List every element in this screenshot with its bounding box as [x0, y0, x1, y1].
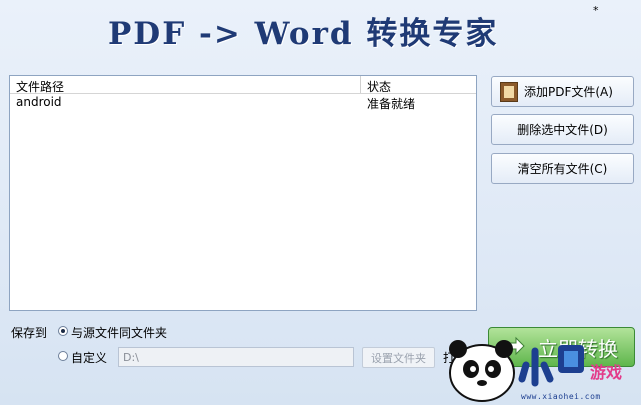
clear-all-button[interactable]: 清空所有文件(C) [491, 153, 634, 184]
custom-dir-field[interactable]: D:\ [118, 347, 354, 367]
corner-mark: * [593, 4, 599, 17]
app-title: PDF -> Word 转换专家 [108, 16, 499, 52]
radio-custom[interactable] [58, 351, 68, 361]
radio-custom-label[interactable]: 自定义 [71, 349, 107, 366]
svg-text:游戏: 游戏 [590, 363, 622, 382]
set-folder-button[interactable]: 设置文件夹 [362, 347, 435, 368]
panda-icon [449, 340, 515, 402]
delete-selected-button[interactable]: 删除选中文件(D) [491, 114, 634, 145]
save-to-label: 保存到 [11, 326, 48, 340]
list-item[interactable]: android 准备就绪 [10, 94, 476, 111]
brand-text-icon: 游戏 [518, 345, 622, 387]
radio-same-folder-label[interactable]: 与源文件同文件夹 [71, 324, 167, 341]
column-separator[interactable] [360, 76, 361, 93]
pdf-file-icon [500, 81, 518, 102]
column-header-status[interactable]: 状态 [367, 78, 391, 95]
add-pdf-label: 添加PDF文件(A) [524, 85, 613, 99]
watermark-site-text: www.xiaohei.com [521, 392, 601, 401]
file-list-header: 文件路径 状态 [10, 76, 476, 94]
file-path-cell: android [16, 95, 62, 109]
file-list[interactable]: 文件路径 状态 android 准备就绪 [9, 75, 477, 311]
column-header-path[interactable]: 文件路径 [16, 78, 64, 95]
radio-same-folder[interactable] [58, 326, 68, 336]
file-status-cell: 准备就绪 [367, 97, 416, 111]
add-pdf-button[interactable]: 添加PDF文件(A) [491, 76, 634, 107]
